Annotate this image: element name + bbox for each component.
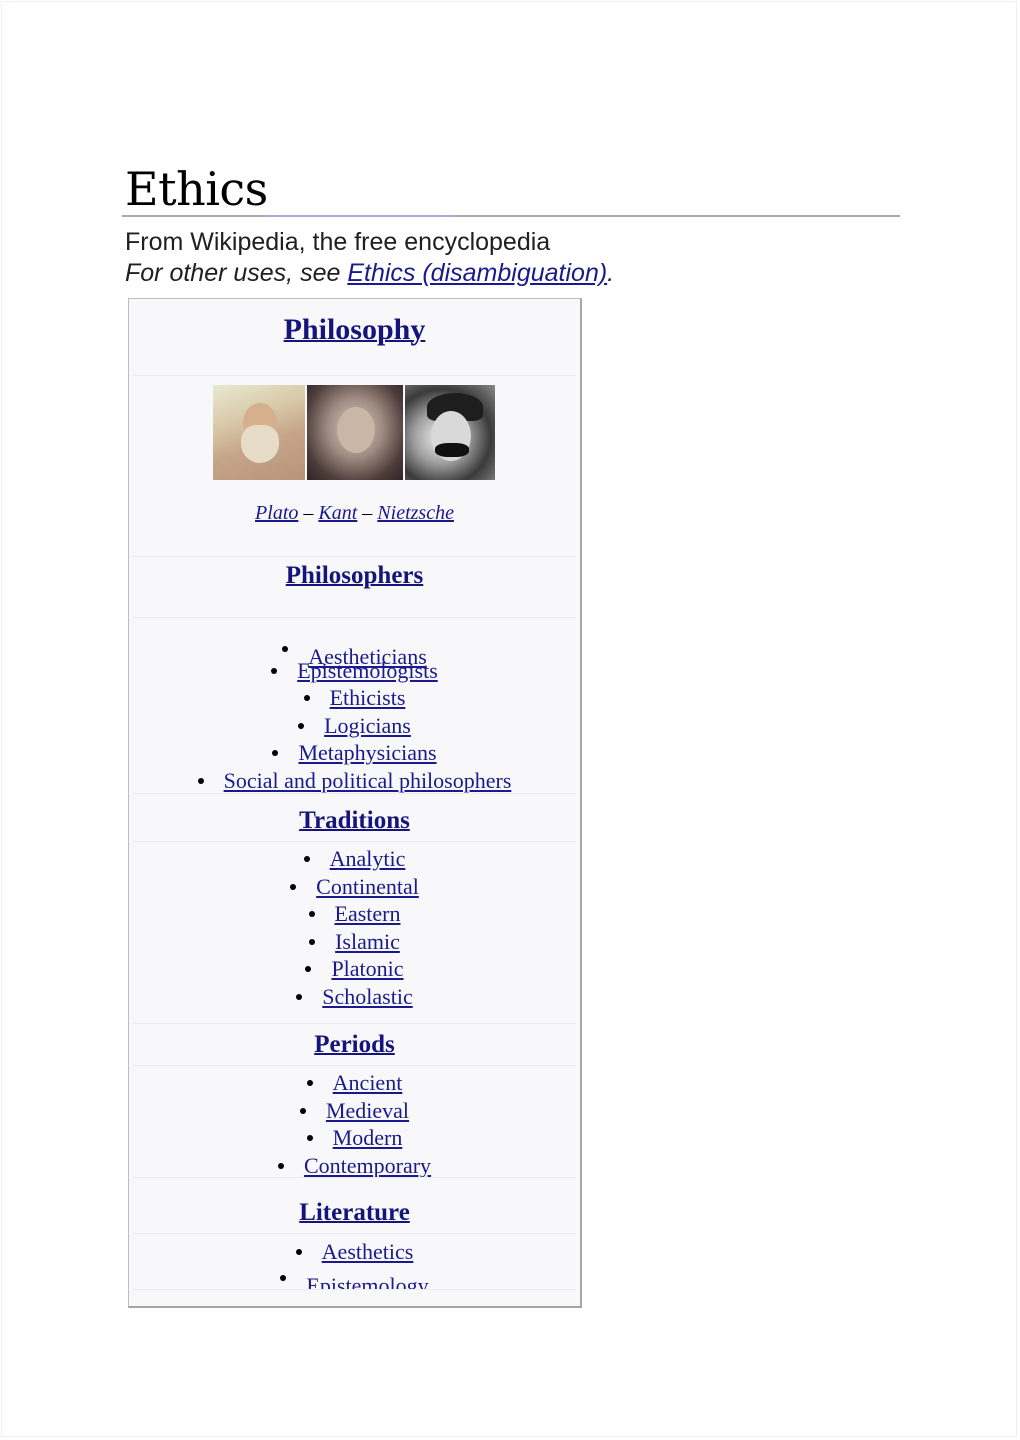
list-item: Epistemologists xyxy=(129,657,580,685)
kant-link[interactable]: Kant xyxy=(318,502,357,524)
list-item: Scholastic xyxy=(129,983,580,1011)
list-item: Modern xyxy=(129,1124,580,1152)
bullet-icon xyxy=(303,695,310,702)
bullet-icon xyxy=(282,645,289,652)
list-item: Logicians xyxy=(129,712,580,740)
bullet-icon xyxy=(290,883,297,890)
nietzsche-link[interactable]: Nietzsche xyxy=(377,502,454,524)
plato-link[interactable]: Plato xyxy=(255,502,298,524)
bullet-icon xyxy=(296,993,303,1000)
disambiguation-link[interactable]: Ethics (disambiguation) xyxy=(347,259,607,287)
caption-separator: – xyxy=(357,502,378,524)
separator xyxy=(133,617,576,618)
logicians-link[interactable]: Logicians xyxy=(324,713,411,738)
separator xyxy=(133,375,576,376)
separator xyxy=(133,1177,576,1178)
medieval-link[interactable]: Medieval xyxy=(326,1098,409,1123)
section-heading-philosophers[interactable]: Philosophers xyxy=(129,562,580,590)
plato-portrait xyxy=(213,385,305,480)
site-subtitle: From Wikipedia, the free encyclopedia xyxy=(125,228,551,256)
hatnote-prefix: For other uses, see xyxy=(125,259,348,287)
separator xyxy=(133,556,576,557)
bullet-icon xyxy=(298,722,305,729)
bullet-icon xyxy=(277,1162,284,1169)
philosophy-link[interactable]: Philosophy xyxy=(284,313,426,346)
list-item: Medieval xyxy=(129,1097,580,1125)
bullet-icon xyxy=(305,966,312,973)
bullet-icon xyxy=(308,911,315,918)
title-divider xyxy=(122,215,900,217)
analytic-link[interactable]: Analytic xyxy=(330,846,406,871)
literature-list: Aesthetics Epistemology xyxy=(129,1238,580,1298)
bullet-icon xyxy=(271,667,278,674)
hatnote-suffix: . xyxy=(607,259,615,287)
list-item: Islamic xyxy=(129,928,580,956)
list-item: Eastern xyxy=(129,900,580,928)
social-political-philosophers-link[interactable]: Social and political philosophers xyxy=(224,768,512,793)
list-item: Aesthetics xyxy=(129,1238,580,1266)
infobox-heading[interactable]: Philosophy xyxy=(129,313,580,347)
kant-portrait xyxy=(307,385,403,480)
bullet-icon xyxy=(197,777,204,784)
bullet-icon xyxy=(309,938,316,945)
hatnote: For other uses, see Ethics (disambiguati… xyxy=(125,259,614,288)
bullet-icon xyxy=(306,1135,313,1142)
epistemologists-link[interactable]: Epistemologists xyxy=(297,658,438,683)
literature-link[interactable]: Literature xyxy=(299,1199,410,1226)
aesthetics-link[interactable]: Aesthetics xyxy=(322,1239,414,1264)
list-item: Contemporary xyxy=(129,1152,580,1180)
list-item: Ethicists xyxy=(129,684,580,712)
scholastic-link[interactable]: Scholastic xyxy=(322,984,412,1009)
philosophers-list: Aestheticians Epistemologists Ethicists … xyxy=(129,637,580,803)
separator xyxy=(133,1289,576,1290)
section-heading-traditions[interactable]: Traditions xyxy=(129,807,580,835)
bullet-icon xyxy=(306,1079,313,1086)
periods-link[interactable]: Periods xyxy=(314,1031,395,1058)
section-heading-literature[interactable]: Literature xyxy=(129,1199,580,1227)
section-heading-periods[interactable]: Periods xyxy=(129,1031,580,1059)
periods-list: Ancient Medieval Modern Contemporary xyxy=(129,1069,580,1179)
page-title: Ethics xyxy=(125,162,268,216)
list-item: Continental xyxy=(129,873,580,901)
separator xyxy=(133,1023,576,1024)
metaphysicians-link[interactable]: Metaphysicians xyxy=(298,740,436,765)
list-item: Ancient xyxy=(129,1069,580,1097)
philosophers-link[interactable]: Philosophers xyxy=(286,562,424,589)
separator xyxy=(133,1065,576,1066)
bullet-icon xyxy=(272,750,279,757)
title-divider-accent xyxy=(265,215,455,217)
platonic-link[interactable]: Platonic xyxy=(331,956,403,981)
portrait-caption: Plato – Kant – Nietzsche xyxy=(129,502,580,525)
separator xyxy=(133,1233,576,1234)
philosophy-infobox: Philosophy Plato – Kant – Nietzsche Phil… xyxy=(128,298,582,1308)
list-item: Social and political philosophers xyxy=(129,767,580,795)
list-item: Metaphysicians xyxy=(129,739,580,767)
infobox-clip-mask xyxy=(129,1289,580,1306)
nietzsche-portrait xyxy=(405,385,495,480)
caption-separator: – xyxy=(298,502,319,524)
philosophers-portrait-image[interactable] xyxy=(213,385,497,480)
eastern-link[interactable]: Eastern xyxy=(335,901,401,926)
traditions-link[interactable]: Traditions xyxy=(299,807,410,834)
bullet-icon xyxy=(295,1248,302,1255)
bullet-icon xyxy=(303,855,310,862)
ancient-link[interactable]: Ancient xyxy=(333,1070,403,1095)
ethicists-link[interactable]: Ethicists xyxy=(330,685,406,710)
separator xyxy=(133,793,576,794)
bullet-icon xyxy=(280,1274,287,1281)
islamic-link[interactable]: Islamic xyxy=(335,929,400,954)
modern-link[interactable]: Modern xyxy=(333,1125,403,1150)
list-item: Analytic xyxy=(129,845,580,873)
bullet-icon xyxy=(299,1107,306,1114)
continental-link[interactable]: Continental xyxy=(316,874,419,899)
traditions-list: Analytic Continental Eastern Islamic Pla… xyxy=(129,845,580,1011)
list-item: Platonic xyxy=(129,955,580,983)
separator xyxy=(133,841,576,842)
contemporary-link[interactable]: Contemporary xyxy=(304,1153,431,1178)
